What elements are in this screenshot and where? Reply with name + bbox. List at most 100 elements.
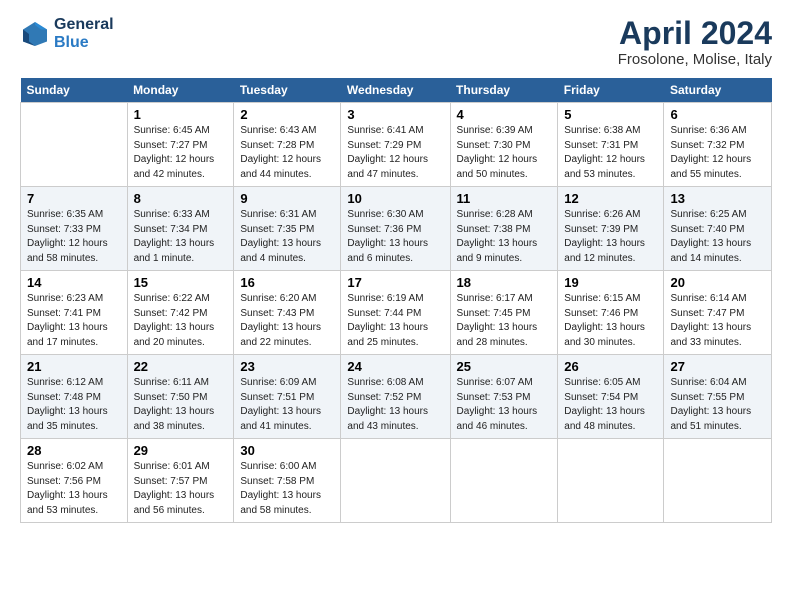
calendar-cell: 4Sunrise: 6:39 AM Sunset: 7:30 PM Daylig…	[450, 103, 558, 187]
day-number: 6	[670, 107, 765, 122]
col-header-friday: Friday	[558, 78, 664, 103]
col-header-thursday: Thursday	[450, 78, 558, 103]
day-info: Sunrise: 6:25 AM Sunset: 7:40 PM Dayligh…	[670, 208, 765, 266]
day-info: Sunrise: 6:09 AM Sunset: 7:51 PM Dayligh…	[240, 376, 334, 434]
day-info: Sunrise: 6:04 AM Sunset: 7:55 PM Dayligh…	[670, 376, 765, 434]
day-number: 26	[564, 359, 657, 374]
day-info: Sunrise: 6:26 AM Sunset: 7:39 PM Dayligh…	[564, 208, 657, 266]
day-number: 12	[564, 191, 657, 206]
col-header-monday: Monday	[127, 78, 234, 103]
day-number: 1	[134, 107, 228, 122]
day-info: Sunrise: 6:05 AM Sunset: 7:54 PM Dayligh…	[564, 376, 657, 434]
logo: General Blue	[20, 16, 114, 51]
day-number: 7	[27, 191, 121, 206]
day-info: Sunrise: 6:38 AM Sunset: 7:31 PM Dayligh…	[564, 124, 657, 182]
calendar-cell	[450, 439, 558, 523]
day-info: Sunrise: 6:28 AM Sunset: 7:38 PM Dayligh…	[457, 208, 552, 266]
calendar-cell: 8 Sunrise: 6:33 AM Sunset: 7:34 PM Daylig…	[127, 187, 234, 271]
calendar-cell: 29 Sunrise: 6:01 AM Sunset: 7:57 PM Dayli…	[127, 439, 234, 523]
day-number: 14	[27, 275, 121, 290]
calendar-cell: 18 Sunrise: 6:17 AM Sunset: 7:45 PM Dayli…	[450, 271, 558, 355]
day-number: 21	[27, 359, 121, 374]
day-number: 3	[347, 107, 443, 122]
day-info: Sunrise: 6:30 AM Sunset: 7:36 PM Dayligh…	[347, 208, 443, 266]
day-number: 22	[134, 359, 228, 374]
calendar-cell: 7 Sunrise: 6:35 AM Sunset: 7:33 PM Daylig…	[21, 187, 128, 271]
col-header-tuesday: Tuesday	[234, 78, 341, 103]
day-number: 29	[134, 443, 228, 458]
day-info: Sunrise: 6:12 AM Sunset: 7:48 PM Dayligh…	[27, 376, 121, 434]
calendar-cell: 30Sunrise: 6:00 AM Sunset: 7:58 PM Dayli…	[234, 439, 341, 523]
calendar-cell	[21, 103, 128, 187]
day-info: Sunrise: 6:23 AM Sunset: 7:41 PM Dayligh…	[27, 292, 121, 350]
calendar-cell: 27 Sunrise: 6:04 AM Sunset: 7:55 PM Dayli…	[664, 355, 772, 439]
day-number: 16	[240, 275, 334, 290]
calendar-cell: 3Sunrise: 6:41 AM Sunset: 7:29 PM Daylig…	[341, 103, 450, 187]
day-info: Sunrise: 6:01 AM Sunset: 7:57 PM Dayligh…	[134, 460, 228, 518]
calendar-cell: 9 Sunrise: 6:31 AM Sunset: 7:35 PM Daylig…	[234, 187, 341, 271]
calendar-table: SundayMondayTuesdayWednesdayThursdayFrid…	[20, 78, 772, 523]
day-number: 24	[347, 359, 443, 374]
calendar-cell: 10 Sunrise: 6:30 AM Sunset: 7:36 PM Dayli…	[341, 187, 450, 271]
day-info: Sunrise: 6:45 AM Sunset: 7:27 PM Dayligh…	[134, 124, 228, 182]
week-row-4: 21 Sunrise: 6:12 AM Sunset: 7:48 PM Dayli…	[21, 355, 772, 439]
calendar-cell: 2 Sunrise: 6:43 AM Sunset: 7:28 PM Daylig…	[234, 103, 341, 187]
day-number: 27	[670, 359, 765, 374]
day-info: Sunrise: 6:17 AM Sunset: 7:45 PM Dayligh…	[457, 292, 552, 350]
calendar-cell: 5 Sunrise: 6:38 AM Sunset: 7:31 PM Daylig…	[558, 103, 664, 187]
day-info: Sunrise: 6:11 AM Sunset: 7:50 PM Dayligh…	[134, 376, 228, 434]
day-info: Sunrise: 6:35 AM Sunset: 7:33 PM Dayligh…	[27, 208, 121, 266]
day-number: 15	[134, 275, 228, 290]
day-number: 8	[134, 191, 228, 206]
day-number: 18	[457, 275, 552, 290]
calendar-cell: 1 Sunrise: 6:45 AM Sunset: 7:27 PM Daylig…	[127, 103, 234, 187]
calendar-cell: 21 Sunrise: 6:12 AM Sunset: 7:48 PM Dayli…	[21, 355, 128, 439]
day-info: Sunrise: 6:14 AM Sunset: 7:47 PM Dayligh…	[670, 292, 765, 350]
subtitle: Frosolone, Molise, Italy	[618, 51, 772, 68]
col-header-saturday: Saturday	[664, 78, 772, 103]
day-number: 2	[240, 107, 334, 122]
calendar-cell: 16 Sunrise: 6:20 AM Sunset: 7:43 PM Dayli…	[234, 271, 341, 355]
week-row-3: 14 Sunrise: 6:23 AM Sunset: 7:41 PM Dayli…	[21, 271, 772, 355]
day-info: Sunrise: 6:15 AM Sunset: 7:46 PM Dayligh…	[564, 292, 657, 350]
day-number: 10	[347, 191, 443, 206]
calendar-cell: 20 Sunrise: 6:14 AM Sunset: 7:47 PM Dayli…	[664, 271, 772, 355]
calendar-cell: 28 Sunrise: 6:02 AM Sunset: 7:56 PM Dayli…	[21, 439, 128, 523]
calendar-cell: 13Sunrise: 6:25 AM Sunset: 7:40 PM Dayli…	[664, 187, 772, 271]
day-info: Sunrise: 6:36 AM Sunset: 7:32 PM Dayligh…	[670, 124, 765, 182]
day-number: 4	[457, 107, 552, 122]
day-info: Sunrise: 6:19 AM Sunset: 7:44 PM Dayligh…	[347, 292, 443, 350]
day-number: 23	[240, 359, 334, 374]
day-info: Sunrise: 6:02 AM Sunset: 7:56 PM Dayligh…	[27, 460, 121, 518]
day-info: Sunrise: 6:20 AM Sunset: 7:43 PM Dayligh…	[240, 292, 334, 350]
day-number: 9	[240, 191, 334, 206]
day-info: Sunrise: 6:08 AM Sunset: 7:52 PM Dayligh…	[347, 376, 443, 434]
logo-text: General Blue	[54, 16, 114, 51]
day-info: Sunrise: 6:31 AM Sunset: 7:35 PM Dayligh…	[240, 208, 334, 266]
day-number: 28	[27, 443, 121, 458]
calendar-cell: 12 Sunrise: 6:26 AM Sunset: 7:39 PM Dayli…	[558, 187, 664, 271]
main-title: April 2024	[618, 16, 772, 51]
day-number: 19	[564, 275, 657, 290]
calendar-cell: 6 Sunrise: 6:36 AM Sunset: 7:32 PM Daylig…	[664, 103, 772, 187]
header: General Blue April 2024 Frosolone, Molis…	[20, 16, 772, 68]
calendar-header-row: SundayMondayTuesdayWednesdayThursdayFrid…	[21, 78, 772, 103]
calendar-cell	[341, 439, 450, 523]
week-row-1: 1 Sunrise: 6:45 AM Sunset: 7:27 PM Daylig…	[21, 103, 772, 187]
week-row-2: 7 Sunrise: 6:35 AM Sunset: 7:33 PM Daylig…	[21, 187, 772, 271]
day-number: 5	[564, 107, 657, 122]
day-number: 30	[240, 443, 334, 458]
calendar-cell: 22 Sunrise: 6:11 AM Sunset: 7:50 PM Dayli…	[127, 355, 234, 439]
calendar-cell: 15Sunrise: 6:22 AM Sunset: 7:42 PM Dayli…	[127, 271, 234, 355]
calendar-cell: 24 Sunrise: 6:08 AM Sunset: 7:52 PM Dayli…	[341, 355, 450, 439]
calendar-cell: 14 Sunrise: 6:23 AM Sunset: 7:41 PM Dayli…	[21, 271, 128, 355]
day-info: Sunrise: 6:43 AM Sunset: 7:28 PM Dayligh…	[240, 124, 334, 182]
col-header-wednesday: Wednesday	[341, 78, 450, 103]
day-info: Sunrise: 6:33 AM Sunset: 7:34 PM Dayligh…	[134, 208, 228, 266]
calendar-cell	[664, 439, 772, 523]
day-number: 20	[670, 275, 765, 290]
day-number: 11	[457, 191, 552, 206]
day-number: 17	[347, 275, 443, 290]
title-block: April 2024 Frosolone, Molise, Italy	[618, 16, 772, 68]
calendar-cell: 23 Sunrise: 6:09 AM Sunset: 7:51 PM Dayli…	[234, 355, 341, 439]
